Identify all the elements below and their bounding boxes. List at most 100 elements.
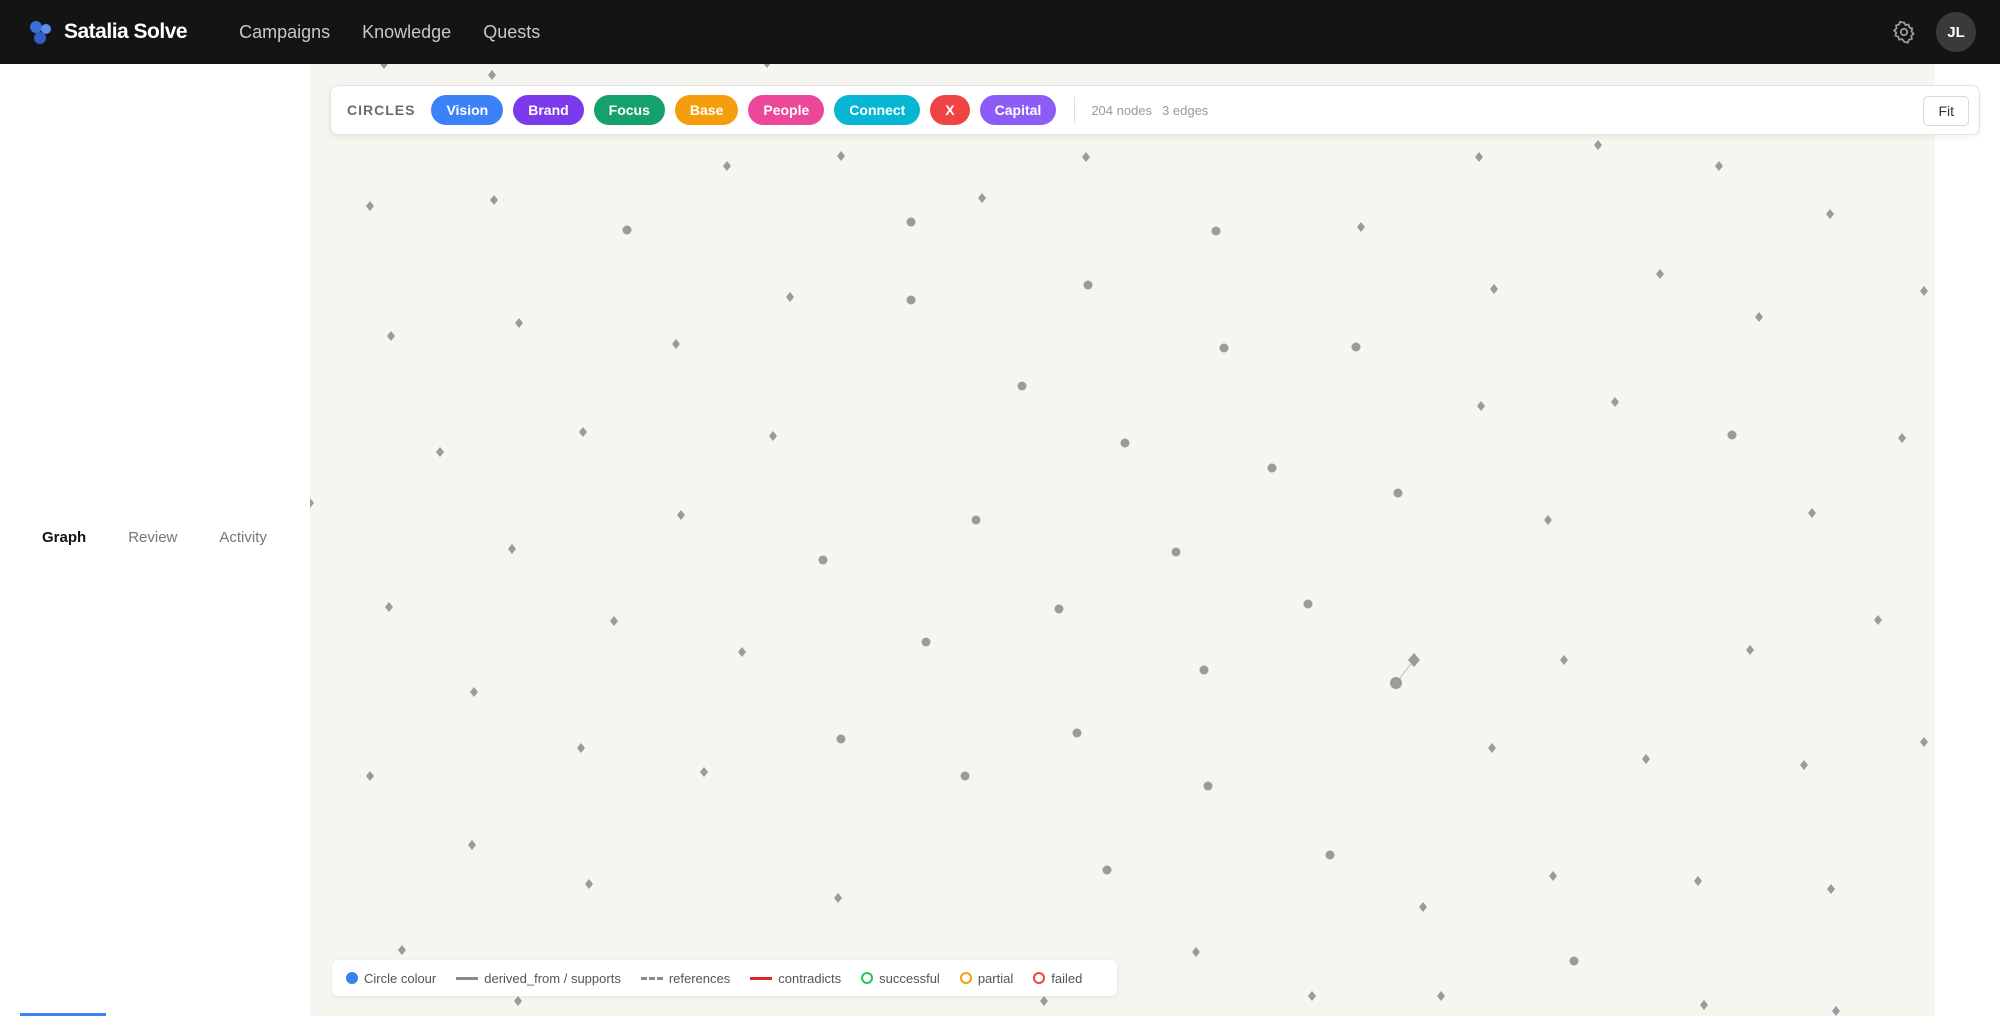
graph-node-diamond[interactable] bbox=[1475, 152, 1483, 162]
graph-node-diamond[interactable] bbox=[508, 544, 516, 554]
graph-node-diamond[interactable] bbox=[1040, 996, 1048, 1006]
graph-node-diamond[interactable] bbox=[514, 996, 522, 1006]
tab-review[interactable]: Review bbox=[128, 529, 177, 546]
graph-node-diamond[interactable] bbox=[1560, 655, 1568, 665]
graph-node-circle[interactable] bbox=[960, 771, 970, 781]
graph-node-diamond[interactable] bbox=[1874, 615, 1882, 625]
graph-node-diamond[interactable] bbox=[1826, 209, 1834, 219]
graph-node-diamond[interactable] bbox=[385, 602, 393, 612]
graph-node-circle[interactable] bbox=[906, 217, 916, 227]
graph-node-diamond[interactable] bbox=[488, 70, 496, 80]
graph-node-diamond[interactable] bbox=[436, 447, 444, 457]
graph-node-diamond[interactable] bbox=[677, 510, 685, 520]
graph-node-circle[interactable] bbox=[622, 225, 632, 235]
graph-node-diamond[interactable] bbox=[1700, 1000, 1708, 1010]
graph-node-diamond[interactable] bbox=[1594, 140, 1602, 150]
tab-activity[interactable]: Activity bbox=[219, 529, 267, 546]
graph-node-diamond[interactable] bbox=[1477, 401, 1485, 411]
graph-svg[interactable] bbox=[310, 64, 1935, 1016]
graph-node-diamond[interactable] bbox=[763, 64, 771, 68]
graph-node-circle[interactable] bbox=[906, 295, 916, 305]
graph-node-diamond[interactable] bbox=[366, 201, 374, 211]
graph-node-diamond[interactable] bbox=[769, 431, 777, 441]
graph-node-diamond[interactable] bbox=[1898, 433, 1906, 443]
graph-node-circle[interactable] bbox=[921, 637, 931, 647]
graph-node-diamond[interactable] bbox=[490, 195, 498, 205]
graph-node-circle[interactable] bbox=[818, 555, 828, 565]
chip-base[interactable]: Base bbox=[674, 95, 739, 125]
graph-node-diamond[interactable] bbox=[1920, 737, 1928, 747]
graph-node-diamond[interactable] bbox=[978, 193, 986, 203]
graph-node-circle[interactable] bbox=[1219, 343, 1229, 353]
graph-node-circle[interactable] bbox=[836, 734, 846, 744]
graph-node-circle[interactable] bbox=[1102, 865, 1112, 875]
graph-node-circle[interactable] bbox=[1017, 381, 1027, 391]
graph-node-diamond[interactable] bbox=[1437, 991, 1445, 1001]
graph-node-circle[interactable] bbox=[1120, 438, 1130, 448]
graph-node-circle[interactable] bbox=[1351, 342, 1361, 352]
graph-node-circle[interactable] bbox=[1211, 226, 1221, 236]
graph-node-circle[interactable] bbox=[1303, 599, 1313, 609]
graph-node-diamond[interactable] bbox=[610, 616, 618, 626]
graph-node-circle[interactable] bbox=[1171, 547, 1181, 557]
brand[interactable]: Satalia Solve bbox=[28, 19, 188, 45]
graph-node-diamond[interactable] bbox=[380, 64, 388, 69]
chip-connect[interactable]: Connect bbox=[834, 95, 921, 125]
chip-brand[interactable]: Brand bbox=[513, 95, 584, 125]
graph-node-diamond[interactable] bbox=[1800, 760, 1808, 770]
graph-node-diamond[interactable] bbox=[1192, 947, 1200, 957]
graph-node-diamond[interactable] bbox=[1611, 397, 1619, 407]
graph-node-diamond[interactable] bbox=[387, 331, 395, 341]
graph-node-diamond[interactable] bbox=[366, 771, 374, 781]
graph-node-diamond[interactable] bbox=[1544, 515, 1552, 525]
graph-node-diamond[interactable] bbox=[672, 339, 680, 349]
graph-node-circle[interactable] bbox=[1727, 430, 1737, 440]
graph-node-diamond[interactable] bbox=[1694, 876, 1702, 886]
graph-node-diamond[interactable] bbox=[1490, 284, 1498, 294]
graph-node-diamond[interactable] bbox=[1488, 743, 1496, 753]
graph-node-diamond[interactable] bbox=[723, 161, 731, 171]
graph-node-diamond[interactable] bbox=[577, 743, 585, 753]
chip-focus[interactable]: Focus bbox=[593, 95, 665, 125]
graph-node-diamond[interactable] bbox=[1308, 991, 1316, 1001]
graph-node-circle[interactable] bbox=[1325, 850, 1335, 860]
graph-node-diamond[interactable] bbox=[1827, 884, 1835, 894]
nav-knowledge[interactable]: Knowledge bbox=[362, 22, 451, 43]
graph-node-circle[interactable] bbox=[1203, 781, 1213, 791]
graph-node-diamond[interactable] bbox=[1656, 269, 1664, 279]
graph-node-diamond[interactable] bbox=[1357, 222, 1365, 232]
graph-node-diamond[interactable] bbox=[1419, 902, 1427, 912]
graph-node-diamond[interactable] bbox=[579, 427, 587, 437]
graph-node-diamond[interactable] bbox=[1755, 312, 1763, 322]
graph-node-circle[interactable] bbox=[1393, 488, 1403, 498]
chip-capital[interactable]: Capital bbox=[979, 95, 1057, 125]
nav-quests[interactable]: Quests bbox=[483, 22, 540, 43]
graph-node-diamond[interactable] bbox=[1832, 1006, 1840, 1016]
fit-button[interactable]: Fit bbox=[1923, 96, 1969, 126]
graph-node-diamond[interactable] bbox=[515, 318, 523, 328]
graph-node-circle[interactable] bbox=[1054, 604, 1064, 614]
graph-node-diamond[interactable] bbox=[1082, 152, 1090, 162]
graph-node-diamond[interactable] bbox=[468, 840, 476, 850]
tab-graph[interactable]: Graph bbox=[42, 529, 86, 546]
graph-node-diamond[interactable] bbox=[1920, 286, 1928, 296]
graph-node-circle[interactable] bbox=[971, 515, 981, 525]
graph-node-diamond[interactable] bbox=[310, 498, 314, 508]
graph-node-diamond[interactable] bbox=[786, 292, 794, 302]
graph-node-diamond[interactable] bbox=[1549, 871, 1557, 881]
chip-x[interactable]: X bbox=[930, 95, 970, 125]
graph-node-circle[interactable] bbox=[1199, 665, 1209, 675]
graph-node-circle[interactable] bbox=[1083, 280, 1093, 290]
graph-node-diamond[interactable] bbox=[837, 151, 845, 161]
graph-node-diamond[interactable] bbox=[700, 767, 708, 777]
graph-node-diamond[interactable] bbox=[738, 647, 746, 657]
graph-node-diamond[interactable] bbox=[1642, 754, 1650, 764]
graph-node-circle[interactable] bbox=[1569, 956, 1579, 966]
gear-icon[interactable] bbox=[1892, 20, 1916, 44]
graph-node-diamond[interactable] bbox=[1715, 161, 1723, 171]
graph-node-diamond[interactable] bbox=[1746, 645, 1754, 655]
graph-node-diamond[interactable] bbox=[585, 879, 593, 889]
graph-node-diamond[interactable] bbox=[1808, 508, 1816, 518]
graph-node-circle[interactable] bbox=[1072, 728, 1082, 738]
graph-node-circle[interactable] bbox=[1390, 677, 1402, 689]
